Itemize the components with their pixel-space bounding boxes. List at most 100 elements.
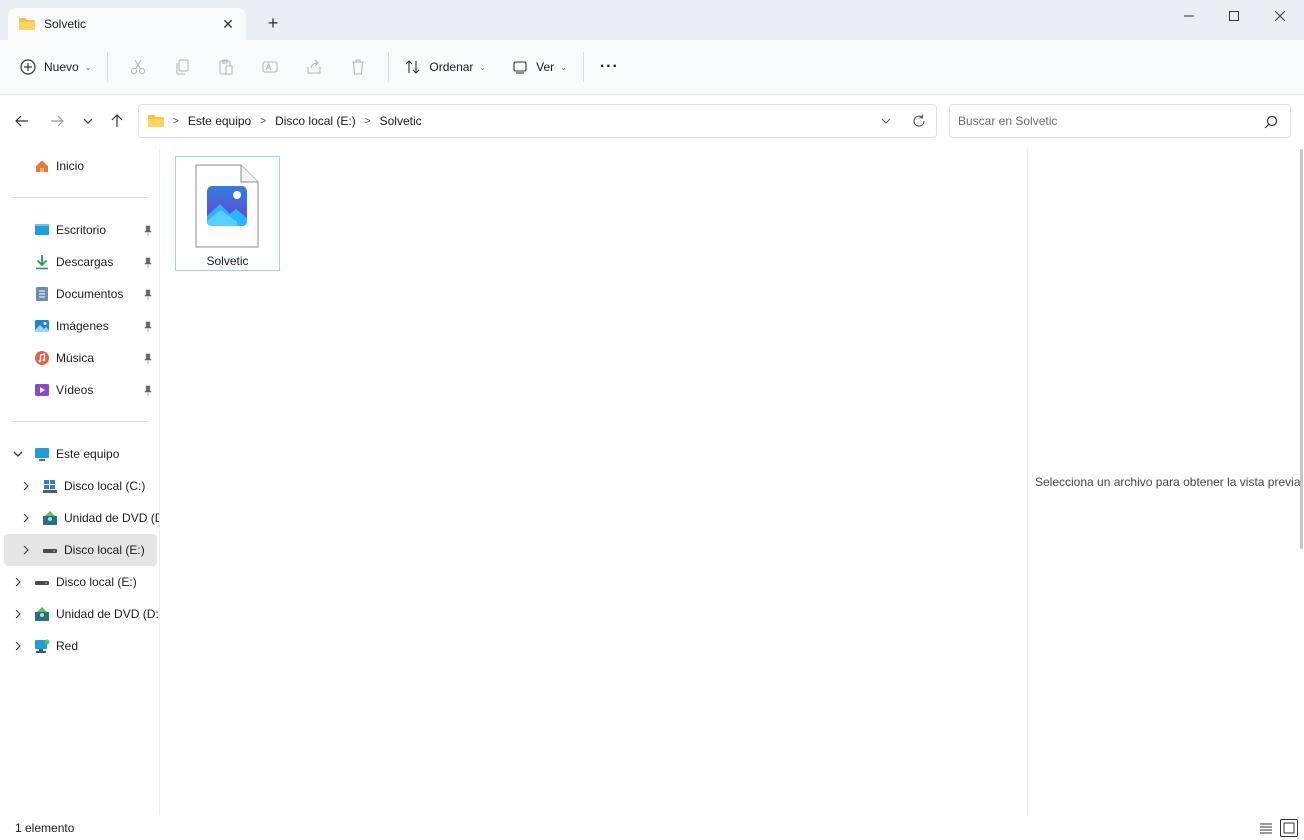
cut-icon xyxy=(131,59,146,74)
large-icons-view-button[interactable] xyxy=(1280,819,1298,837)
refresh-icon[interactable] xyxy=(912,114,926,128)
sidebar-item-label: Disco local (C:) xyxy=(64,479,146,493)
copy-button[interactable] xyxy=(166,50,198,84)
close-tab-icon[interactable]: ✕ xyxy=(220,16,236,32)
sidebar-item-desktop[interactable]: Escritorio xyxy=(34,215,106,245)
sidebar-item-label: Disco local (E:) xyxy=(56,575,137,589)
sidebar-item-disk-e[interactable]: Disco local (E:) xyxy=(34,567,137,597)
sidebar-item-label: Este equipo xyxy=(56,447,120,461)
sidebar-item-pictures[interactable]: Imágenes xyxy=(34,311,109,341)
search-box[interactable] xyxy=(949,104,1291,138)
sidebar-item-network[interactable]: Red xyxy=(34,631,78,661)
forward-arrow-icon xyxy=(51,115,64,127)
sidebar-divider xyxy=(12,421,148,422)
sidebar-item-dvd-d[interactable]: Unidad de DVD (D xyxy=(42,503,159,533)
music-icon xyxy=(34,350,50,366)
breadcrumb-this-pc[interactable]: Este equipo xyxy=(188,114,251,128)
search-input[interactable] xyxy=(958,114,1248,128)
breadcrumb-local-disk-e[interactable]: Disco local (E:) xyxy=(275,114,356,128)
preview-message: Selecciona un archivo para obtener la vi… xyxy=(1035,475,1304,489)
network-icon xyxy=(34,638,50,654)
pin-icon[interactable] xyxy=(142,289,154,301)
share-icon xyxy=(307,59,321,74)
pictures-icon xyxy=(34,318,50,334)
forward-button[interactable] xyxy=(45,109,69,133)
back-arrow-icon xyxy=(15,115,28,127)
sidebar-item-dvd[interactable]: Unidad de DVD (D:) xyxy=(34,599,159,629)
search-icon[interactable] xyxy=(1264,115,1278,129)
close-window-button[interactable] xyxy=(1257,0,1303,32)
sidebar-item-downloads[interactable]: Descargas xyxy=(34,247,113,277)
cut-button[interactable] xyxy=(122,50,154,84)
rename-icon xyxy=(262,61,278,73)
pin-icon[interactable] xyxy=(142,321,154,333)
sidebar-item-home[interactable]: Inicio xyxy=(34,151,84,181)
file-item-solvetic[interactable]: Solvetic xyxy=(175,156,280,271)
tab-solvetic[interactable]: Solvetic ✕ xyxy=(8,8,246,40)
back-button[interactable] xyxy=(10,109,34,133)
sort-icon xyxy=(406,60,420,74)
recent-locations-button[interactable] xyxy=(76,109,100,133)
breadcrumb-solvetic[interactable]: Solvetic xyxy=(380,114,422,128)
more-icon: ··· xyxy=(599,58,619,75)
dvd-drive-icon xyxy=(34,606,50,622)
chevron-right-icon[interactable] xyxy=(12,640,24,652)
view-label: Ver xyxy=(536,60,555,74)
documents-icon xyxy=(34,286,50,302)
preview-pane: Selecciona un archivo para obtener la vi… xyxy=(1027,149,1304,815)
share-button[interactable] xyxy=(298,50,330,84)
sidebar-item-disk-e-selected[interactable]: Disco local (E:) xyxy=(42,535,145,565)
item-count: 1 elemento xyxy=(15,820,75,835)
pin-icon[interactable] xyxy=(142,257,154,269)
tiles-view-icon xyxy=(1283,822,1295,834)
chevron-right-icon[interactable] xyxy=(12,608,24,620)
pin-icon[interactable] xyxy=(142,353,154,365)
maximize-button[interactable] xyxy=(1211,0,1257,32)
add-circle-icon xyxy=(20,59,36,75)
address-bar[interactable]: > Este equipo > Disco local (E:) > Solve… xyxy=(138,104,937,138)
new-button[interactable]: Nuevo ⌄ xyxy=(12,50,99,84)
dvd-drive-icon xyxy=(42,510,58,526)
delete-button[interactable] xyxy=(342,50,374,84)
details-view-icon xyxy=(1260,823,1272,834)
address-dropdown-icon[interactable] xyxy=(880,115,892,127)
up-button[interactable] xyxy=(105,109,129,133)
copy-icon xyxy=(176,59,189,75)
videos-icon xyxy=(34,382,50,398)
more-options-button[interactable]: ··· xyxy=(592,50,627,84)
sidebar-item-label: Red xyxy=(56,639,79,653)
rename-button[interactable] xyxy=(254,50,286,84)
sidebar-item-label: Inicio xyxy=(56,159,85,173)
chevron-right-icon: > xyxy=(260,115,267,127)
desktop-icon xyxy=(34,222,50,238)
minimize-button[interactable] xyxy=(1166,0,1212,32)
drive-icon xyxy=(42,542,58,558)
sidebar-item-music[interactable]: Música xyxy=(34,343,94,373)
sidebar-item-disk-c[interactable]: Disco local (C:) xyxy=(42,471,145,501)
maximize-icon xyxy=(1229,11,1239,21)
title-bar: Solvetic ✕ + xyxy=(0,0,1304,40)
windows-drive-icon xyxy=(42,478,58,494)
pin-icon[interactable] xyxy=(142,225,154,237)
chevron-right-icon[interactable] xyxy=(12,576,24,588)
sort-button[interactable]: Ordenar ⌄ xyxy=(397,50,494,84)
chevron-right-icon: > xyxy=(173,115,179,127)
pin-icon[interactable] xyxy=(142,385,154,397)
chevron-right-icon[interactable] xyxy=(20,544,32,556)
chevron-down-icon[interactable] xyxy=(12,448,24,460)
details-view-button[interactable] xyxy=(1257,819,1275,837)
new-tab-button[interactable]: + xyxy=(262,12,284,34)
chevron-right-icon[interactable] xyxy=(20,480,32,492)
chevron-down-icon: ⌄ xyxy=(479,62,487,72)
file-view: Solvetic xyxy=(161,149,1027,815)
chevron-right-icon[interactable] xyxy=(20,512,32,524)
sidebar-item-label: Imágenes xyxy=(56,319,109,333)
sidebar-item-videos[interactable]: Vídeos xyxy=(34,375,93,405)
scrollbar[interactable] xyxy=(1300,149,1303,549)
paste-button[interactable] xyxy=(210,50,242,84)
sidebar-item-this-pc[interactable]: Este equipo xyxy=(34,439,119,469)
toolbar-divider xyxy=(388,52,390,82)
sidebar-item-documents[interactable]: Documentos xyxy=(34,279,123,309)
toolbar-divider xyxy=(107,52,109,82)
view-button[interactable]: Ver ⌄ xyxy=(504,50,575,84)
